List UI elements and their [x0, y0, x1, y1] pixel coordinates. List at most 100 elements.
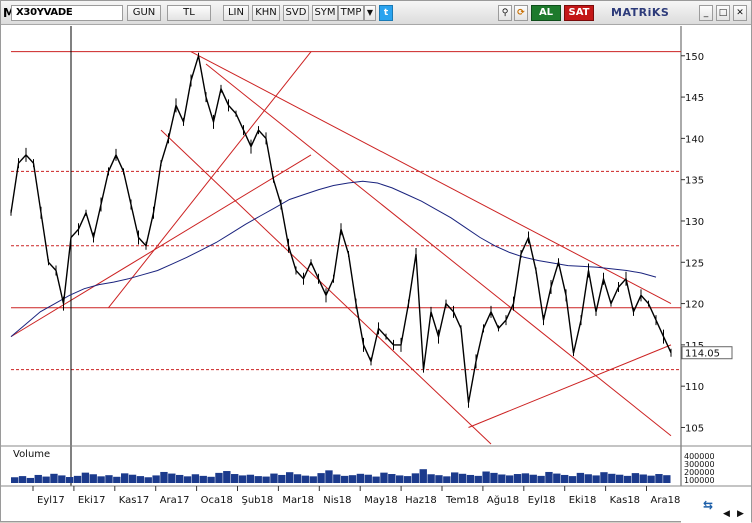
- chart-area[interactable]: 150145140135130125120115110105114.05Volu…: [1, 26, 751, 523]
- refresh-icon[interactable]: ⟳: [514, 5, 528, 21]
- price-chart[interactable]: 150145140135130125120115110105114.05Volu…: [1, 26, 751, 523]
- volume-bar: [513, 474, 522, 483]
- volume-bar: [333, 474, 341, 483]
- date-tick-label: Tem18: [445, 495, 479, 506]
- close-icon[interactable]: ✕: [733, 5, 747, 21]
- volume-bar: [561, 474, 569, 483]
- volume-bar: [168, 473, 176, 483]
- volume-bar: [58, 475, 66, 483]
- date-tick-label: Mar18: [282, 495, 314, 506]
- volume-bar: [490, 472, 498, 483]
- volume-bar: [372, 476, 380, 483]
- volume-bar: [73, 475, 82, 483]
- volume-bar: [113, 476, 121, 483]
- twitter-icon[interactable]: t: [379, 5, 393, 21]
- volume-bar: [293, 474, 302, 483]
- brand-logo: MATRiKS: [611, 6, 670, 19]
- volume-bar: [584, 474, 592, 483]
- date-tick-label: Eki17: [78, 495, 106, 506]
- volume-bar: [199, 475, 207, 483]
- volume-bar: [231, 474, 239, 483]
- volume-bar: [380, 472, 388, 483]
- volume-bar: [600, 472, 608, 483]
- volume-bar: [506, 475, 514, 483]
- date-tick-label: Ağu18: [487, 494, 519, 506]
- volume-bar: [301, 475, 310, 483]
- scroll-right-icon[interactable]: ▶: [737, 509, 744, 519]
- volume-bar: [435, 475, 443, 483]
- volume-bar: [270, 473, 278, 483]
- date-tick-label: Kas18: [610, 495, 640, 506]
- volume-bar: [160, 471, 168, 483]
- volume-bar: [136, 476, 145, 483]
- currency-button[interactable]: TL: [167, 5, 211, 21]
- volume-bar: [639, 474, 647, 483]
- volume-bar: [26, 477, 35, 483]
- volume-bar: [223, 471, 231, 483]
- volume-bar: [254, 476, 262, 483]
- volume-bar: [97, 476, 105, 483]
- trend-line: [190, 51, 672, 305]
- symbol-field[interactable]: X30YVADE: [11, 5, 123, 21]
- volume-bar: [655, 474, 663, 483]
- volume-bar: [262, 476, 270, 483]
- volume-bar: [663, 475, 671, 483]
- date-tick-label: Eki18: [569, 495, 597, 506]
- volume-bar: [215, 472, 223, 483]
- sym-button[interactable]: SYM: [312, 5, 338, 21]
- tmp-button[interactable]: TMP: [338, 5, 364, 21]
- maximize-icon[interactable]: □: [716, 5, 730, 21]
- volume-bar: [152, 475, 160, 483]
- scroll-icon[interactable]: ⇆: [703, 498, 713, 512]
- dropdown-icon[interactable]: ▼: [364, 5, 376, 21]
- volume-bar: [458, 473, 467, 483]
- volume-bar: [568, 476, 577, 483]
- volume-bar: [246, 474, 255, 483]
- volume-bar: [325, 470, 333, 483]
- volume-bar: [482, 471, 490, 483]
- volume-bar: [466, 474, 475, 483]
- volume-bar: [592, 475, 600, 483]
- buy-button[interactable]: AL: [531, 5, 561, 21]
- volume-bar: [427, 474, 435, 483]
- minimize-icon[interactable]: _: [699, 5, 713, 21]
- price-tick-label: 135: [685, 176, 704, 187]
- trend-line: [205, 63, 672, 437]
- date-tick-label: May18: [364, 495, 397, 506]
- volume-bar: [18, 476, 27, 483]
- volume-bar: [309, 476, 317, 483]
- volume-bar: [348, 475, 357, 483]
- price-tick-label: 145: [685, 93, 704, 104]
- volume-bar: [411, 473, 420, 483]
- volume-bar: [191, 474, 200, 483]
- price-tick-label: 130: [685, 217, 704, 228]
- svd-button[interactable]: SVD: [283, 5, 309, 21]
- volume-bar: [144, 477, 152, 483]
- volume-bar: [553, 473, 561, 483]
- volume-bar: [176, 474, 184, 483]
- volume-bar: [451, 472, 459, 483]
- volume-bar: [537, 475, 545, 483]
- volume-bar: [521, 473, 530, 483]
- khn-button[interactable]: KHN: [252, 5, 280, 21]
- volume-bar: [396, 475, 404, 483]
- lin-button[interactable]: LIN: [223, 5, 249, 21]
- pin-icon[interactable]: ⚲: [498, 5, 512, 21]
- volume-bar: [623, 475, 632, 483]
- volume-bar: [608, 473, 616, 483]
- period-button[interactable]: GUN: [127, 5, 161, 21]
- scroll-left-icon[interactable]: ◀: [723, 509, 730, 519]
- price-tick-label: 110: [685, 382, 704, 393]
- volume-bar: [81, 472, 90, 483]
- volume-bar: [238, 475, 247, 483]
- volume-bar: [419, 469, 427, 483]
- volume-tick-label: 100000: [684, 476, 715, 485]
- last-price-label: 114.05: [685, 349, 720, 360]
- volume-bar: [278, 474, 286, 483]
- sell-button[interactable]: SAT: [564, 5, 594, 21]
- chart-window: M X30YVADE GUN TL LIN KHN SVD SYM TMP ▼ …: [0, 0, 752, 523]
- volume-bar: [121, 473, 129, 483]
- volume-bar: [128, 474, 137, 483]
- volume-bar: [388, 474, 396, 483]
- volume-bar: [207, 476, 215, 483]
